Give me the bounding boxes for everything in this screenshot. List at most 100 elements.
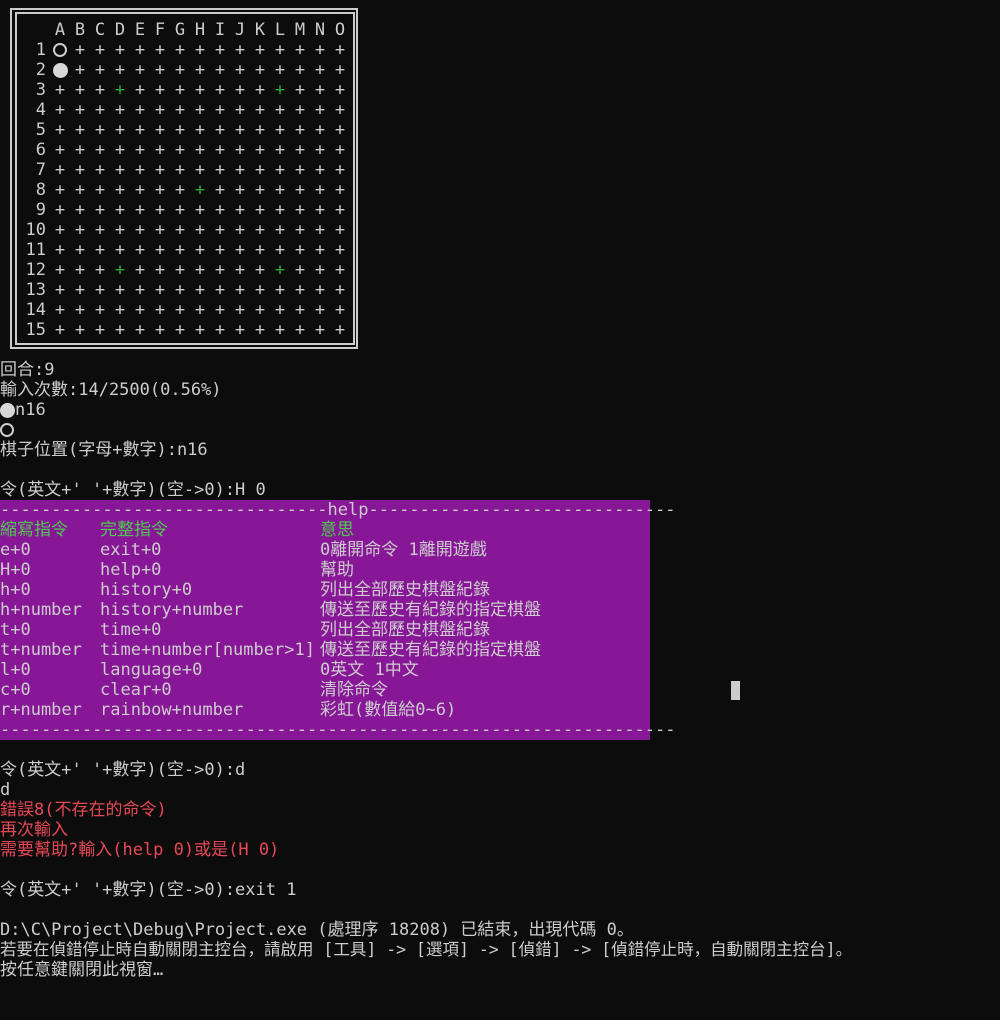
board-point: + — [334, 100, 346, 120]
board-point: + — [234, 180, 246, 200]
board-point: + — [334, 300, 346, 320]
board-point: + — [174, 280, 186, 300]
board-point: + — [54, 80, 66, 100]
board-point: + — [214, 120, 226, 140]
board-point: + — [294, 40, 306, 60]
row-label: 8 — [35, 180, 46, 200]
board-point: + — [234, 320, 246, 340]
board-point: + — [134, 300, 146, 320]
board-point: + — [114, 180, 126, 200]
help-row-full: time+0 — [100, 620, 162, 640]
board-point: + — [174, 180, 186, 200]
board-point: + — [294, 160, 306, 180]
board-point: + — [334, 60, 346, 80]
command-line-1: 令(英文+' '+數字)(空->0):H 0 — [0, 480, 266, 500]
board-point: + — [254, 80, 266, 100]
board-point: + — [194, 260, 206, 280]
retry-message: 再次輸入 — [0, 820, 68, 840]
help-row-short: l+0 — [0, 660, 31, 680]
board-point: + — [334, 220, 346, 240]
board-point: + — [194, 220, 206, 240]
board-point: + — [234, 260, 246, 280]
board-point: + — [334, 260, 346, 280]
board-point: + — [314, 40, 326, 60]
board-point: + — [134, 280, 146, 300]
board-point: + — [254, 260, 266, 280]
board-point: + — [334, 120, 346, 140]
star-point: + — [274, 80, 286, 100]
stone — [50, 60, 70, 80]
board-point: + — [94, 140, 106, 160]
board-point: + — [234, 40, 246, 60]
board-point: + — [254, 240, 266, 260]
board-point: + — [274, 240, 286, 260]
board-point: + — [334, 200, 346, 220]
row-label: 15 — [25, 320, 46, 340]
board-point: + — [54, 260, 66, 280]
board-point: + — [114, 100, 126, 120]
board-point: + — [114, 40, 126, 60]
help-row-meaning: 幫助 — [320, 560, 354, 580]
board-point: + — [334, 80, 346, 100]
help-row-meaning: 0離開命令 1離開遊戲 — [320, 540, 487, 560]
board-point: + — [274, 160, 286, 180]
column-label: J — [234, 20, 246, 40]
board-point: + — [154, 240, 166, 260]
board-point: + — [134, 160, 146, 180]
board-point: + — [54, 140, 66, 160]
board-point: + — [294, 240, 306, 260]
board-point: + — [294, 120, 306, 140]
board-point: + — [74, 100, 86, 120]
board-point: + — [194, 60, 206, 80]
board-point: + — [254, 100, 266, 120]
help-row-meaning: 0英文 1中文 — [320, 660, 419, 680]
board-point: + — [254, 180, 266, 200]
row-label: 14 — [25, 300, 46, 320]
board-point: + — [174, 220, 186, 240]
column-label: I — [214, 20, 226, 40]
board-point: + — [334, 160, 346, 180]
help-row-full: rainbow+number — [100, 700, 244, 720]
board-point: + — [214, 80, 226, 100]
board-point: + — [254, 140, 266, 160]
board-point: + — [314, 240, 326, 260]
board-point: + — [274, 200, 286, 220]
board-point: + — [254, 220, 266, 240]
help-row-full: help+0 — [100, 560, 162, 580]
help-row-meaning: 列出全部歷史棋盤紀錄 — [320, 620, 490, 640]
board-point: + — [254, 280, 266, 300]
board-point: + — [294, 80, 306, 100]
board-point: + — [194, 40, 206, 60]
board-point: + — [214, 140, 226, 160]
column-label: D — [114, 20, 126, 40]
help-row-full: history+0 — [100, 580, 193, 600]
board-point: + — [234, 200, 246, 220]
board-point: + — [214, 320, 226, 340]
star-point: + — [114, 260, 126, 280]
board-point: + — [94, 120, 106, 140]
column-label: O — [334, 20, 346, 40]
board-point: + — [114, 240, 126, 260]
board-point: + — [154, 320, 166, 340]
board-point: + — [94, 60, 106, 80]
board-point: + — [334, 240, 346, 260]
board-point: + — [194, 80, 206, 100]
text-cursor[interactable] — [731, 681, 740, 700]
board-point: + — [274, 320, 286, 340]
board-point: + — [74, 320, 86, 340]
board-point: + — [234, 240, 246, 260]
board-point: + — [274, 40, 286, 60]
help-row-short: h+0 — [0, 580, 31, 600]
column-label: F — [154, 20, 166, 40]
star-point: + — [274, 260, 286, 280]
board-point: + — [314, 140, 326, 160]
board-point: + — [254, 200, 266, 220]
board-point: + — [254, 60, 266, 80]
help-bottom-rule: ----------------------------------------… — [0, 720, 676, 740]
board-point: + — [114, 300, 126, 320]
command-echo: d — [0, 780, 11, 800]
board-point: + — [314, 120, 326, 140]
column-label: C — [94, 20, 106, 40]
auto-close-hint: 若要在偵錯停止時自動關閉主控台，請啟用 [工具] -> [選項] -> [偵錯]… — [0, 940, 853, 959]
board-point: + — [234, 140, 246, 160]
